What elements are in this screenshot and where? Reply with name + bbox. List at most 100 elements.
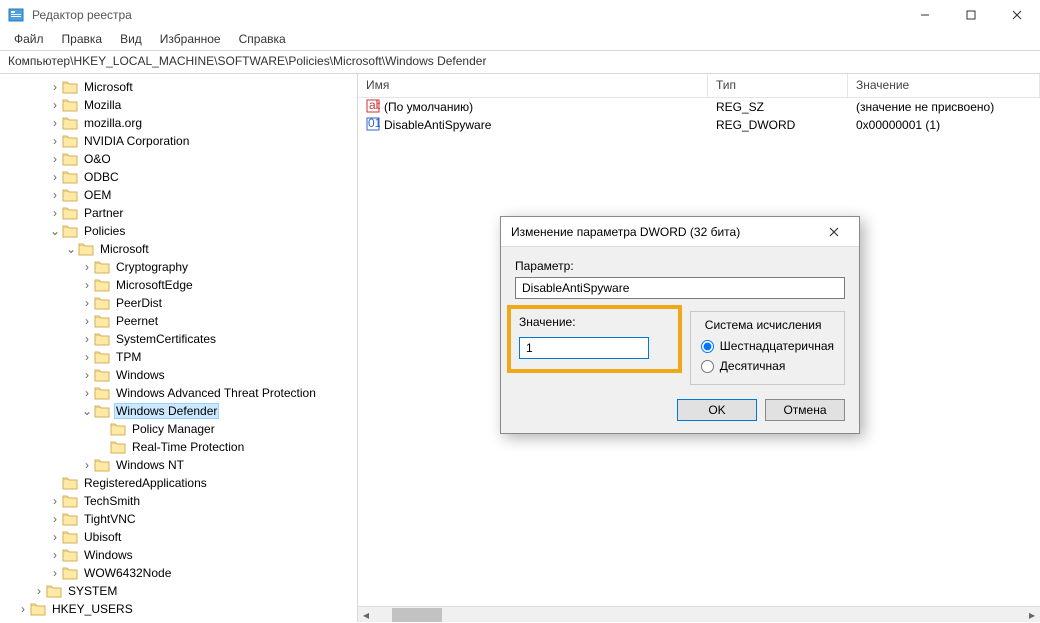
tree-item[interactable]: ›SYSTEM (0, 582, 357, 600)
tree-item[interactable]: Policy Manager (0, 420, 357, 438)
expand-chevron-icon[interactable]: ⌄ (80, 404, 94, 418)
radio-dec[interactable] (701, 360, 714, 373)
tree-item[interactable]: ›TightVNC (0, 510, 357, 528)
tree-item[interactable]: ›SystemCertificates (0, 330, 357, 348)
tree-item[interactable]: Real-Time Protection (0, 438, 357, 456)
ok-button[interactable]: OK (677, 399, 757, 421)
col-header-data[interactable]: Значение (848, 74, 1040, 97)
expand-chevron-icon[interactable]: › (48, 206, 62, 220)
radio-hex-label: Шестнадцатеричная (720, 339, 834, 353)
tree-item[interactable]: ›Windows (0, 546, 357, 564)
tree-item[interactable]: ›WOW6432Node (0, 564, 357, 582)
tree-item-label: OEM (82, 188, 113, 202)
value-label: Значение: (519, 315, 670, 329)
tree-item[interactable]: ›Partner (0, 204, 357, 222)
menu-help[interactable]: Справка (231, 30, 294, 50)
expand-chevron-icon[interactable]: › (80, 386, 94, 400)
value-data: (значение не присвоено) (848, 100, 1040, 114)
tree-item-label: Microsoft (98, 242, 151, 256)
expand-chevron-icon[interactable]: › (80, 314, 94, 328)
menu-favorites[interactable]: Избранное (152, 30, 229, 50)
minimize-button[interactable] (902, 0, 948, 30)
col-header-type[interactable]: Тип (708, 74, 848, 97)
expand-chevron-icon[interactable]: › (80, 350, 94, 364)
value-input[interactable] (519, 337, 649, 359)
tree-item[interactable]: ›TechSmith (0, 492, 357, 510)
value-row[interactable]: ab(По умолчанию)REG_SZ(значение не присв… (358, 98, 1040, 116)
expand-chevron-icon[interactable]: › (80, 332, 94, 346)
expand-chevron-icon[interactable]: ⌄ (48, 224, 62, 238)
tree-item[interactable]: ›PeerDist (0, 294, 357, 312)
expand-chevron-icon[interactable]: › (32, 584, 46, 598)
tree-item[interactable]: ›Windows Advanced Threat Protection (0, 384, 357, 402)
expand-chevron-icon[interactable]: › (16, 602, 30, 616)
tree-item[interactable]: ⌄Windows Defender (0, 402, 357, 420)
svg-text:011: 011 (368, 117, 380, 130)
close-button[interactable] (994, 0, 1040, 30)
expand-chevron-icon[interactable]: › (48, 116, 62, 130)
tree-item[interactable]: ›TPM (0, 348, 357, 366)
folder-icon (94, 386, 110, 400)
col-header-name[interactable]: Имя (358, 74, 708, 97)
tree-item[interactable]: ›Windows (0, 366, 357, 384)
expand-chevron-icon[interactable]: › (48, 512, 62, 526)
edit-dword-dialog: Изменение параметра DWORD (32 бита) Пара… (500, 216, 860, 434)
tree-item[interactable]: ›Mozilla (0, 96, 357, 114)
expand-chevron-icon[interactable]: › (48, 188, 62, 202)
radio-hex[interactable] (701, 340, 714, 353)
tree-item[interactable]: ›Cryptography (0, 258, 357, 276)
menu-edit[interactable]: Правка (54, 30, 111, 50)
expand-chevron-icon[interactable]: › (80, 368, 94, 382)
value-row[interactable]: 011DisableAntiSpywareREG_DWORD0x00000001… (358, 116, 1040, 134)
tree-item-label: Real-Time Protection (130, 440, 246, 454)
value-data: 0x00000001 (1) (848, 118, 1040, 132)
expand-chevron-icon[interactable]: › (48, 530, 62, 544)
expand-chevron-icon[interactable]: › (48, 170, 62, 184)
expand-chevron-icon[interactable]: › (48, 152, 62, 166)
folder-icon (94, 332, 110, 346)
expand-chevron-icon[interactable]: › (48, 80, 62, 94)
tree-item[interactable]: ⌄ Microsoft (0, 240, 357, 258)
tree-item[interactable]: ›NVIDIA Corporation (0, 132, 357, 150)
expand-chevron-icon[interactable]: › (80, 278, 94, 292)
tree-item[interactable]: ›HKEY_USERS (0, 600, 357, 618)
tree-item[interactable]: ›Microsoft (0, 78, 357, 96)
dialog-close-button[interactable] (819, 224, 849, 240)
scroll-left-arrow[interactable]: ◂ (358, 607, 374, 623)
expand-chevron-icon[interactable]: › (48, 494, 62, 508)
tree-item[interactable]: › MicrosoftEdge (0, 276, 357, 294)
tree-item[interactable]: ›Windows NT (0, 456, 357, 474)
param-input[interactable] (515, 277, 845, 299)
address-bar[interactable]: Компьютер\HKEY_LOCAL_MACHINE\SOFTWARE\Po… (0, 50, 1040, 74)
expand-chevron-icon[interactable]: › (48, 134, 62, 148)
expand-chevron-icon[interactable]: › (48, 566, 62, 580)
scroll-right-arrow[interactable]: ▸ (1024, 607, 1040, 623)
tree-item[interactable]: ›ODBC (0, 168, 357, 186)
expand-chevron-icon[interactable]: ⌄ (64, 242, 78, 256)
tree-item[interactable]: ⌄Policies (0, 222, 357, 240)
tree-item[interactable]: › O&O (0, 150, 357, 168)
menu-file[interactable]: Файл (6, 30, 52, 50)
expand-chevron-icon[interactable]: › (80, 458, 94, 472)
menu-view[interactable]: Вид (112, 30, 150, 50)
tree-item[interactable]: ›Ubisoft (0, 528, 357, 546)
expand-chevron-icon[interactable]: › (80, 260, 94, 274)
scroll-thumb[interactable] (392, 608, 442, 622)
tree-item[interactable]: › OEM (0, 186, 357, 204)
param-label: Параметр: (515, 259, 845, 273)
cancel-button[interactable]: Отмена (765, 399, 845, 421)
expand-chevron-icon[interactable]: › (48, 98, 62, 112)
folder-icon (78, 242, 94, 256)
tree-item-label: RegisteredApplications (82, 476, 209, 490)
maximize-button[interactable] (948, 0, 994, 30)
expand-chevron-icon[interactable]: › (80, 296, 94, 310)
tree-item[interactable]: RegisteredApplications (0, 474, 357, 492)
value-type-icon: ab (366, 99, 380, 116)
expand-chevron-icon[interactable]: › (48, 548, 62, 562)
tree-item[interactable]: ›mozilla.org (0, 114, 357, 132)
tree-item[interactable]: ›Peernet (0, 312, 357, 330)
tree-item-label: O&O (82, 152, 113, 166)
tree-pane[interactable]: ›Microsoft›Mozilla›mozilla.org›NVIDIA Co… (0, 74, 358, 622)
tree-item-label: MicrosoftEdge (114, 278, 195, 292)
horizontal-scrollbar[interactable]: ◂ ▸ (358, 606, 1040, 622)
